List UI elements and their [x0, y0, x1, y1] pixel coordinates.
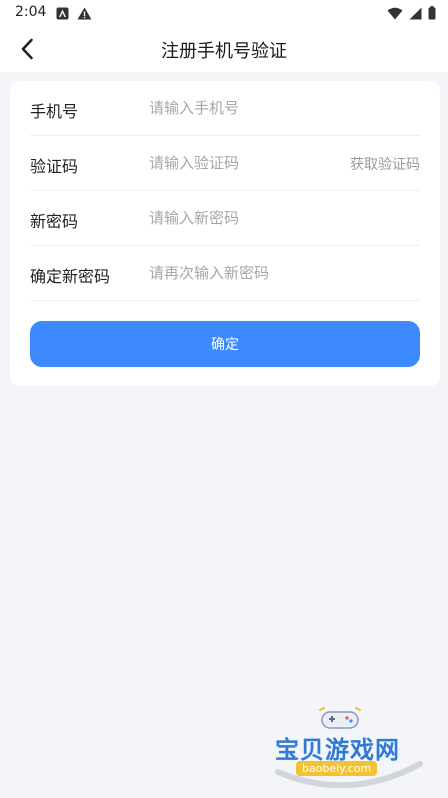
watermark-logo: 宝贝游戏网 baobeiy.com	[270, 700, 430, 790]
phone-row: 手机号	[30, 81, 420, 136]
new-password-input[interactable]	[149, 206, 324, 230]
phone-label: 手机号	[30, 102, 79, 121]
registration-form: 手机号 验证码 获取验证码 新密码 确定新密码 确定	[10, 81, 440, 386]
wifi-icon	[387, 5, 403, 24]
get-code-button[interactable]: 获取验证码	[350, 154, 420, 174]
page-title: 注册手机号验证	[161, 41, 287, 62]
watermark-text: 宝贝游戏网	[275, 736, 400, 764]
code-row: 验证码 获取验证码	[30, 136, 420, 191]
confirm-password-label: 确定新密码	[30, 267, 111, 286]
status-time: 2:04	[15, 4, 47, 20]
system-icons	[387, 5, 436, 24]
new-password-label: 新密码	[30, 212, 79, 231]
warning-icon	[77, 5, 92, 24]
verification-code-input[interactable]	[149, 151, 324, 175]
confirm-password-row: 确定新密码	[30, 246, 420, 301]
status-bar: 2:04	[0, 0, 448, 26]
cellular-signal-icon	[409, 5, 422, 24]
gamepad-icon	[319, 707, 361, 729]
notification-icons	[56, 5, 92, 24]
confirm-button[interactable]: 确定	[30, 321, 420, 367]
new-password-row: 新密码	[30, 191, 420, 246]
battery-icon	[428, 5, 436, 24]
watermark-url: baobeiy.com	[296, 761, 378, 776]
app-notification-icon	[56, 5, 69, 24]
app-bar: 注册手机号验证	[0, 26, 448, 72]
phone-input[interactable]	[149, 96, 324, 120]
code-label: 验证码	[30, 157, 79, 176]
confirm-password-input[interactable]	[149, 261, 324, 285]
